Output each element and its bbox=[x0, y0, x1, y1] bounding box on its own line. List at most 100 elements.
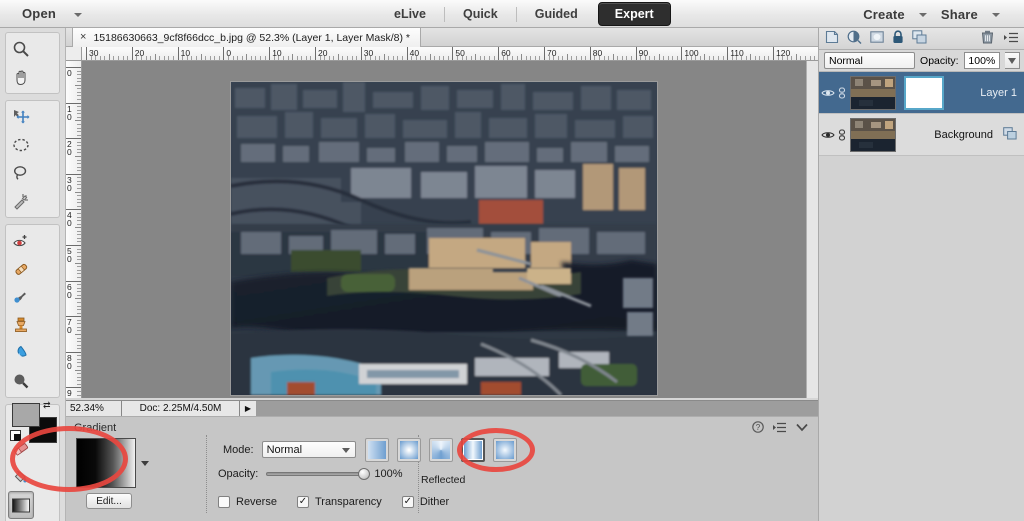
layer-name[interactable]: Layer 1 bbox=[980, 87, 1017, 99]
ruler-tick-minor bbox=[685, 56, 687, 60]
help-question-icon[interactable]: ? bbox=[752, 421, 764, 436]
gradient-preset-picker[interactable] bbox=[76, 438, 149, 488]
tab-expert[interactable]: Expert bbox=[597, 2, 671, 26]
image-canvas[interactable] bbox=[230, 81, 658, 396]
radial-gradient-button[interactable] bbox=[397, 438, 421, 462]
zoom-tool[interactable] bbox=[8, 35, 34, 63]
layer-row-background[interactable]: Background bbox=[819, 114, 1024, 156]
group-layers-icon[interactable] bbox=[912, 30, 927, 47]
ruler-tick-minor bbox=[77, 362, 81, 364]
caret-down-icon[interactable] bbox=[74, 12, 83, 17]
transparency-checkbox[interactable]: ✓ bbox=[296, 496, 309, 508]
ruler-tick-minor bbox=[402, 56, 404, 60]
mode-select[interactable]: Normal bbox=[261, 441, 356, 458]
gradient-preview-swatch[interactable] bbox=[76, 438, 136, 488]
panel-menu-icon[interactable] bbox=[773, 422, 787, 436]
opacity-slider-handle[interactable] bbox=[358, 468, 371, 480]
reflected-gradient-button[interactable] bbox=[461, 438, 485, 462]
clone-stamp-tool[interactable] bbox=[8, 311, 34, 339]
caret-down-icon[interactable] bbox=[918, 13, 927, 17]
ruler-tick-minor bbox=[768, 56, 770, 60]
play-right-icon[interactable]: ▶ bbox=[240, 401, 256, 416]
quick-selection-tool[interactable] bbox=[8, 187, 34, 215]
angle-gradient-button[interactable] bbox=[429, 438, 453, 462]
close-x-icon[interactable]: × bbox=[80, 32, 86, 43]
tab-guided[interactable]: Guided bbox=[519, 2, 594, 26]
smart-brush-tool[interactable] bbox=[8, 283, 34, 311]
document-size-info: Doc: 2.25M/4.50M bbox=[122, 401, 240, 416]
blend-mode-select[interactable]: Normal bbox=[824, 52, 916, 69]
link-icon[interactable] bbox=[836, 86, 848, 99]
ruler-tick-minor bbox=[292, 54, 294, 60]
ruler-tick bbox=[498, 47, 500, 60]
layer-row-layer-1[interactable]: Layer 1 bbox=[819, 72, 1024, 114]
layer-thumbnail[interactable] bbox=[850, 75, 896, 110]
canvas-vertical-scrollbar[interactable] bbox=[806, 61, 818, 398]
ruler-tick-minor bbox=[466, 56, 468, 60]
layer-badge-icon[interactable] bbox=[1003, 126, 1017, 143]
trash-icon[interactable] bbox=[981, 30, 994, 47]
gradient-tool[interactable] bbox=[8, 491, 34, 519]
sponge-tool[interactable] bbox=[8, 367, 34, 395]
zoom-level-field[interactable]: 52.34% bbox=[66, 401, 122, 416]
layer-thumbnail[interactable] bbox=[850, 117, 896, 152]
linear-gradient-button[interactable] bbox=[365, 438, 389, 462]
opacity-slider[interactable] bbox=[266, 468, 371, 480]
eye-icon[interactable] bbox=[819, 130, 836, 140]
adjustment-layer-icon[interactable] bbox=[847, 30, 862, 47]
ruler-tick-minor bbox=[626, 56, 628, 60]
panel-menu-icon[interactable] bbox=[1004, 32, 1019, 46]
move-tool[interactable] bbox=[8, 103, 34, 131]
lasso-tool[interactable] bbox=[8, 159, 34, 187]
color-swatches[interactable]: ⇄ bbox=[10, 400, 58, 447]
new-layer-icon[interactable] bbox=[825, 30, 839, 47]
eye-icon[interactable] bbox=[819, 88, 836, 98]
layer-mask-icon[interactable] bbox=[870, 31, 884, 46]
chevron-down-icon[interactable] bbox=[796, 423, 808, 435]
red-eye-removal-tool[interactable] bbox=[8, 227, 34, 255]
blend-mode-row: Mode: Normal bbox=[223, 441, 356, 458]
caret-down-icon[interactable] bbox=[992, 13, 1000, 17]
document-tab[interactable]: × 15186630663_9cf8f66dcc_b.jpg @ 52.3% (… bbox=[72, 28, 421, 47]
caret-down-icon[interactable] bbox=[1005, 52, 1020, 69]
swap-colors-icon[interactable]: ⇄ bbox=[43, 400, 51, 411]
link-icon[interactable] bbox=[836, 128, 848, 141]
ruler-tick-minor bbox=[814, 56, 816, 60]
reverse-checkbox[interactable] bbox=[218, 496, 230, 508]
open-button[interactable]: Open bbox=[18, 4, 60, 23]
vertical-ruler[interactable]: 0 1 0 2 0 3 0 4 0 5 0 6 0 7 0 8 0 9 0 bbox=[66, 61, 82, 398]
tab-quick[interactable]: Quick bbox=[447, 2, 514, 26]
dither-checkbox[interactable]: ✓ bbox=[401, 496, 414, 508]
ruler-tick-minor bbox=[553, 56, 555, 60]
ruler-tick-minor bbox=[502, 56, 504, 60]
elliptical-marquee-tool[interactable] bbox=[8, 131, 34, 159]
hand-tool[interactable] bbox=[8, 63, 34, 91]
caret-down-icon[interactable] bbox=[141, 460, 149, 466]
tab-elive[interactable]: eLive bbox=[378, 2, 442, 26]
options-panel-icons: ? bbox=[752, 421, 808, 436]
spot-healing-brush-tool[interactable] bbox=[8, 255, 34, 283]
ruler-label: 6 0 bbox=[67, 281, 72, 300]
layer-name[interactable]: Background bbox=[934, 129, 993, 141]
ruler-tick bbox=[315, 47, 316, 60]
lock-icon[interactable] bbox=[892, 30, 904, 47]
ruler-tick-minor bbox=[598, 56, 600, 60]
canvas-area[interactable] bbox=[82, 61, 806, 398]
foreground-color-swatch[interactable] bbox=[12, 403, 40, 427]
ruler-tick-minor bbox=[77, 141, 81, 143]
layer-opacity-value[interactable]: 100% bbox=[963, 52, 1001, 69]
ruler-tick-minor bbox=[750, 54, 752, 60]
default-colors-icon[interactable] bbox=[10, 430, 21, 441]
create-button[interactable]: Create bbox=[859, 5, 909, 24]
edit-gradient-button[interactable]: Edit... bbox=[86, 493, 132, 509]
share-button[interactable]: Share bbox=[937, 5, 982, 24]
ruler-tick-minor bbox=[576, 56, 578, 60]
diamond-gradient-button[interactable] bbox=[493, 438, 517, 462]
horizontal-ruler[interactable]: 3020100102030405060708090100110120130 bbox=[82, 47, 818, 61]
ruler-tick-minor bbox=[795, 54, 797, 60]
paint-bucket-tool[interactable] bbox=[8, 463, 34, 491]
ruler-tick-minor bbox=[695, 56, 697, 60]
blur-tool[interactable] bbox=[8, 339, 34, 367]
ruler-tick-minor bbox=[77, 198, 81, 200]
layer-mask-thumbnail[interactable] bbox=[904, 75, 944, 110]
